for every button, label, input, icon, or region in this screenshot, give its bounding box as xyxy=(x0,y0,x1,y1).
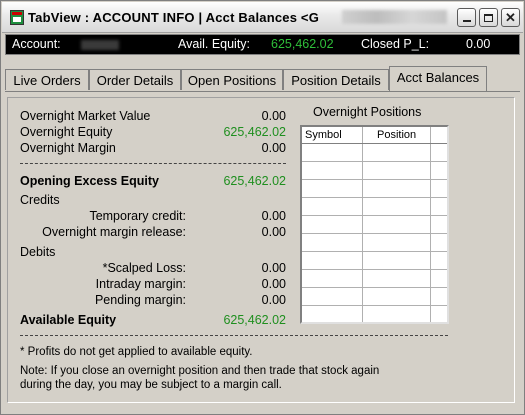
pending-margin-label: Pending margin: xyxy=(94,293,186,307)
opening-excess-equity-label: Opening Excess Equity xyxy=(20,174,159,188)
margin-note-line-2: during the day, you may be subject to a … xyxy=(20,379,282,391)
grid-row-line xyxy=(302,161,447,162)
overnight-equity-value: 625,462.02 xyxy=(223,125,286,139)
overnight-margin-value: 0.00 xyxy=(261,141,286,155)
grid-row-line xyxy=(302,305,447,306)
overnight-margin-release-label: Overnight margin release: xyxy=(42,225,186,239)
grid-header-line xyxy=(302,143,447,144)
divider xyxy=(20,163,286,164)
profits-note: * Profits do not get applied to availabl… xyxy=(20,346,253,358)
column-header-symbol[interactable]: Symbol xyxy=(305,129,342,141)
maximize-icon xyxy=(484,13,493,22)
account-summary-bar: Account: Avail. Equity: 625,462.02 Close… xyxy=(5,34,520,55)
maximize-button[interactable] xyxy=(479,8,498,27)
grid-row-line xyxy=(302,215,447,216)
app-icon[interactable] xyxy=(10,10,24,25)
opening-excess-equity-value: 625,462.02 xyxy=(223,174,286,188)
temporary-credit-value: 0.00 xyxy=(261,209,286,223)
overnight-margin-label: Overnight Margin xyxy=(20,141,116,155)
grid-row-line xyxy=(302,179,447,180)
window-title: TabView : ACCOUNT INFO | Acct Balances <… xyxy=(28,10,320,25)
temporary-credit-label: Temporary credit: xyxy=(89,209,186,223)
tabview-window: TabView : ACCOUNT INFO | Acct Balances <… xyxy=(0,0,525,415)
pending-margin-value: 0.00 xyxy=(261,293,286,307)
grid-row-line xyxy=(302,233,447,234)
redacted-title-text xyxy=(342,10,447,24)
tab-live-orders[interactable]: Live Orders xyxy=(5,69,89,90)
grid-row-line xyxy=(302,287,447,288)
minimize-icon xyxy=(462,20,471,22)
debits-heading: Debits xyxy=(20,245,56,259)
divider xyxy=(20,335,448,336)
grid-row-line xyxy=(302,197,447,198)
margin-note-line-1: Note: If you close an overnight position… xyxy=(20,365,380,377)
scalped-loss-value: 0.00 xyxy=(261,261,286,275)
tab-acct-balances[interactable]: Acct Balances xyxy=(389,66,487,91)
overnight-market-value-label: Overnight Market Value xyxy=(20,109,151,123)
intraday-margin-label: Intraday margin: xyxy=(95,277,186,291)
tab-strip-divider xyxy=(5,91,520,92)
title-bar[interactable]: TabView : ACCOUNT INFO | Acct Balances <… xyxy=(2,2,523,33)
overnight-equity-label: Overnight Equity xyxy=(20,125,113,139)
closed-pl-label: Closed P_L: xyxy=(361,37,430,51)
overnight-market-value: 0.00 xyxy=(261,109,286,123)
grid-column-line xyxy=(430,127,431,322)
close-button[interactable]: ✕ xyxy=(501,8,520,27)
grid-row-line xyxy=(302,251,447,252)
avail-equity-label: Avail. Equity: xyxy=(178,37,251,51)
grid-row-line xyxy=(302,269,447,270)
close-icon: ✕ xyxy=(505,10,516,25)
avail-equity-value: 625,462.02 xyxy=(271,37,334,51)
available-equity-label: Available Equity xyxy=(20,313,117,327)
redacted-account-number xyxy=(81,40,119,50)
overnight-margin-release-value: 0.00 xyxy=(261,225,286,239)
overnight-positions-grid[interactable]: Symbol Position xyxy=(300,125,449,324)
minimize-button[interactable] xyxy=(457,8,476,27)
intraday-margin-value: 0.00 xyxy=(261,277,286,291)
column-header-position[interactable]: Position xyxy=(377,129,416,141)
tab-position-details[interactable]: Position Details xyxy=(283,69,389,90)
tab-order-details[interactable]: Order Details xyxy=(89,69,181,90)
overnight-positions-title: Overnight Positions xyxy=(313,105,422,119)
available-equity-value: 625,462.02 xyxy=(223,313,286,327)
grid-column-line xyxy=(362,127,363,322)
tab-open-positions[interactable]: Open Positions xyxy=(181,69,283,90)
closed-pl-value: 0.00 xyxy=(466,37,491,51)
credits-heading: Credits xyxy=(20,193,60,207)
scalped-loss-label: *Scalped Loss: xyxy=(102,261,186,275)
account-label: Account: xyxy=(12,37,61,51)
